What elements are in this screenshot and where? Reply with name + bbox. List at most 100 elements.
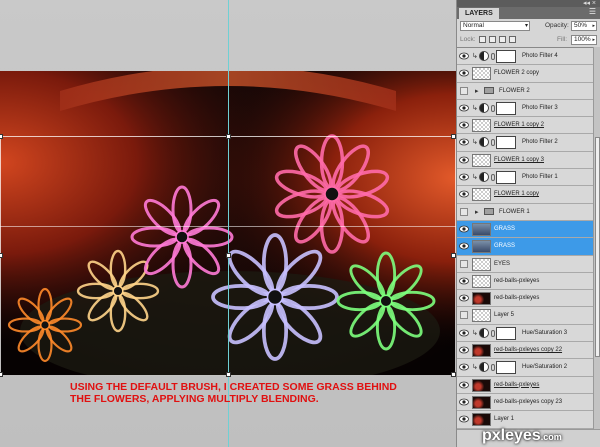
layer-name[interactable]: red-balls-pxleyes [494, 295, 539, 301]
adjustment-icon[interactable] [479, 102, 489, 113]
panel-menu-icon[interactable]: ☰ [589, 7, 596, 16]
opacity-input[interactable]: 50% ▸ [571, 21, 597, 31]
adjustment-icon[interactable] [479, 362, 489, 373]
layer-row[interactable]: red-balls-pxleyes copy 23 [457, 393, 593, 412]
layer-name[interactable]: Photo Filter 3 [522, 105, 558, 111]
transform-handle-bl[interactable] [0, 372, 3, 377]
layer-mask-thumbnail[interactable] [496, 101, 516, 115]
lock-position-icon[interactable] [499, 36, 506, 43]
layer-thumbnail[interactable] [472, 413, 491, 427]
canvas-area[interactable]: USING THE DEFAULT BRUSH, I CREATED SOME … [0, 0, 456, 447]
layer-row[interactable]: FLOWER 1 copy 2 [457, 117, 593, 135]
layer-row[interactable]: ↳ Hue/Saturation 2 [457, 359, 593, 377]
scrollbar-thumb[interactable] [595, 137, 600, 357]
eye-icon[interactable] [459, 294, 469, 302]
eye-icon[interactable] [459, 346, 469, 354]
layer-row[interactable]: FLOWER 1 copy 3 [457, 151, 593, 170]
layer-name[interactable]: FLOWER 1 copy 2 [494, 122, 544, 128]
eye-icon[interactable] [459, 225, 469, 233]
layer-name[interactable]: red-balls-pxleyes copy 22 [494, 347, 562, 353]
eye-icon[interactable] [459, 398, 469, 406]
visibility-toggle[interactable] [460, 207, 468, 216]
expand-triangle-icon[interactable]: ▸ [475, 87, 479, 95]
layer-thumbnail[interactable] [472, 119, 491, 133]
layer-row[interactable]: GRASS [457, 220, 593, 239]
layer-row[interactable]: ↳ Photo Filter 1 [457, 169, 593, 187]
layer-mask-thumbnail[interactable] [496, 136, 516, 150]
eye-icon[interactable] [459, 156, 469, 164]
eye-icon[interactable] [459, 381, 469, 389]
layer-row[interactable]: Layer 1 [457, 411, 593, 429]
layer-row[interactable]: EYES [457, 255, 593, 273]
layer-mask-thumbnail[interactable] [496, 171, 516, 185]
layer-thumbnail[interactable] [472, 188, 491, 202]
layer-row[interactable]: ▸ FLOWER 2 [457, 82, 593, 100]
transform-handle-bc[interactable] [226, 372, 231, 377]
lock-pixels-icon[interactable] [489, 36, 496, 43]
layer-name[interactable]: Photo Filter 1 [522, 174, 558, 180]
eye-icon[interactable] [459, 415, 469, 423]
eye-icon[interactable] [459, 173, 469, 181]
panel-titlebar[interactable]: ◂◂ × [457, 0, 600, 7]
layer-name[interactable]: GRASS [494, 243, 515, 249]
layer-name[interactable]: FLOWER 1 copy 3 [494, 157, 544, 163]
eye-icon[interactable] [459, 277, 469, 285]
layer-mask-thumbnail[interactable] [496, 361, 516, 375]
layer-name[interactable]: FLOWER 1 [499, 209, 530, 215]
transform-handle-tl[interactable] [0, 134, 3, 139]
layer-name[interactable]: FLOWER 2 copy [494, 70, 539, 76]
layer-name[interactable]: red-balls-pxleyes [494, 278, 539, 284]
layer-thumbnail[interactable] [472, 395, 491, 409]
layer-thumbnail[interactable] [472, 240, 491, 254]
layer-row[interactable]: ↳ Photo Filter 3 [457, 99, 593, 118]
layer-thumbnail[interactable] [472, 309, 491, 323]
layer-thumbnail[interactable] [472, 67, 491, 81]
eye-icon[interactable] [459, 242, 469, 250]
layer-name[interactable]: red-balls-pxleyes [494, 382, 539, 388]
layer-name[interactable]: FLOWER 2 [499, 88, 530, 94]
layer-row[interactable]: Layer 5 [457, 307, 593, 325]
layer-thumbnail[interactable] [472, 222, 491, 236]
layer-name[interactable]: Hue/Saturation 3 [522, 330, 567, 336]
layer-name[interactable]: red-balls-pxleyes copy 23 [494, 399, 562, 405]
layer-thumbnail[interactable] [472, 378, 491, 392]
visibility-toggle[interactable] [460, 259, 468, 268]
link-icon[interactable] [491, 53, 495, 60]
eye-icon[interactable] [459, 69, 469, 77]
visibility-toggle[interactable] [460, 86, 468, 95]
eye-icon[interactable] [459, 363, 469, 371]
layer-list[interactable]: ↳ Photo Filter 4 FLOWER 2 copy ▸ FLOWER 2 ↳ Ph… [457, 47, 593, 429]
layer-row[interactable]: ↳ Hue/Saturation 3 [457, 324, 593, 343]
layer-mask-thumbnail[interactable] [496, 326, 516, 340]
eye-icon[interactable] [459, 104, 469, 112]
visibility-toggle[interactable] [460, 311, 468, 320]
layer-name[interactable]: Hue/Saturation 2 [522, 364, 567, 370]
transform-handle-ml[interactable] [0, 253, 3, 258]
eye-icon[interactable] [459, 121, 469, 129]
link-icon[interactable] [491, 174, 495, 182]
layer-thumbnail[interactable] [472, 153, 491, 167]
tab-layers[interactable]: LAYERS [459, 8, 499, 19]
layer-list-scrollbar[interactable] [593, 47, 600, 429]
link-icon[interactable] [491, 364, 495, 372]
layer-row[interactable]: red-balls-pxleyes [457, 376, 593, 394]
layer-thumbnail[interactable] [472, 257, 491, 271]
layer-row[interactable]: ▸ FLOWER 1 [457, 203, 593, 221]
adjustment-icon[interactable] [479, 172, 489, 183]
layer-row[interactable]: red-balls-pxleyes copy 22 [457, 342, 593, 360]
layer-name[interactable]: EYES [494, 261, 510, 267]
layer-row[interactable]: ↳ Photo Filter 2 [457, 134, 593, 152]
layer-name[interactable]: GRASS [494, 226, 515, 232]
eye-icon[interactable] [459, 190, 469, 198]
lock-all-icon[interactable] [509, 36, 516, 43]
blend-mode-select[interactable]: Normal ▾ [460, 21, 530, 31]
transform-handle-tc[interactable] [226, 134, 231, 139]
eye-icon[interactable] [459, 52, 469, 60]
expand-triangle-icon[interactable]: ▸ [475, 208, 479, 216]
layer-thumbnail[interactable] [472, 274, 491, 288]
link-icon[interactable] [491, 329, 495, 337]
fill-input[interactable]: 100% ▸ [571, 35, 597, 45]
layer-row[interactable]: ↳ Photo Filter 4 [457, 48, 593, 66]
adjustment-icon[interactable] [479, 51, 489, 61]
layer-row[interactable]: red-balls-pxleyes [457, 272, 593, 291]
